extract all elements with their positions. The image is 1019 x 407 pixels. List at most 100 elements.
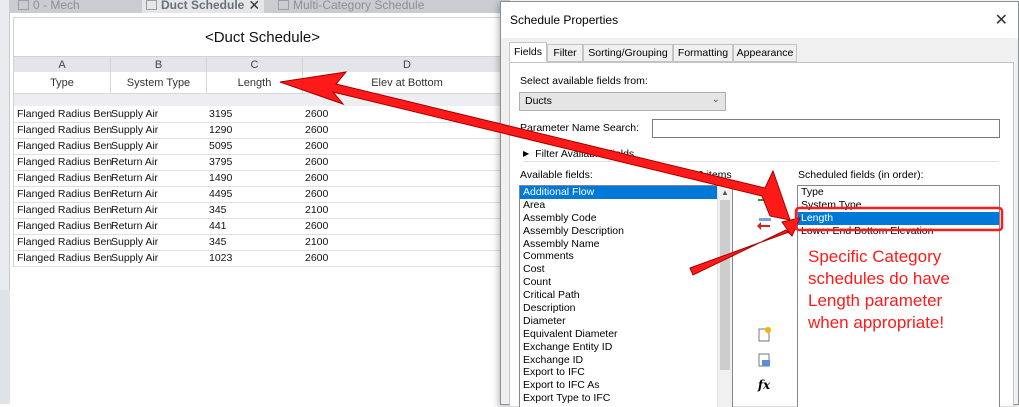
table-cell[interactable]: 2600 <box>305 140 328 152</box>
table-cell[interactable]: Return Air <box>111 188 158 200</box>
available-field-item[interactable]: Export to IFC <box>520 366 732 379</box>
available-field-item[interactable]: Count <box>520 276 732 289</box>
available-field-item[interactable]: Exchange ID <box>520 354 732 367</box>
tab-sorting-grouping[interactable]: Sorting/Grouping <box>583 44 673 62</box>
table-cell[interactable]: 2600 <box>305 108 328 120</box>
column-letter-c[interactable]: C <box>207 57 303 72</box>
table-row[interactable]: Flanged Radius Ben Return Air 441 2600 <box>14 219 511 235</box>
table-row[interactable]: Flanged Radius Ben Return Air 4495 2600 <box>14 187 511 203</box>
table-cell[interactable]: Supply Air <box>111 124 158 136</box>
table-cell[interactable]: 1290 <box>209 124 232 136</box>
table-cell[interactable]: Flanged Radius Ben <box>17 108 112 120</box>
available-field-item[interactable]: Export Type to IFC <box>520 392 732 405</box>
available-fields-list[interactable]: Additional Flow Area Assembly Code Assembly… <box>519 185 733 407</box>
table-cell[interactable]: 2600 <box>305 172 328 184</box>
scroll-thumb[interactable] <box>720 200 730 370</box>
add-parameter-new-button[interactable] <box>754 325 774 343</box>
table-cell[interactable]: Return Air <box>111 220 158 232</box>
available-field-item[interactable]: Diameter <box>520 315 732 328</box>
table-cell[interactable]: Return Air <box>111 156 158 168</box>
table-cell[interactable]: 1490 <box>209 172 232 184</box>
available-field-item[interactable]: Critical Path <box>520 289 732 302</box>
available-fields-scrollbar[interactable]: ▲ <box>717 186 732 407</box>
scroll-up-icon[interactable]: ▲ <box>721 188 729 197</box>
tab-appearance[interactable]: Appearance <box>733 44 797 62</box>
column-letter-d[interactable]: D <box>303 57 511 72</box>
table-cell[interactable]: Flanged Radius Ben <box>17 156 112 168</box>
tab-multi-category-schedule[interactable]: Multi-Category Schedule <box>278 0 424 13</box>
table-cell[interactable]: Return Air <box>111 204 158 216</box>
table-cell[interactable]: 3795 <box>209 156 232 168</box>
available-field-item[interactable]: Cost <box>520 263 732 276</box>
tab-0-mech[interactable]: 0 - Mech <box>18 0 80 13</box>
table-cell[interactable]: Supply Air <box>111 108 158 120</box>
close-tab-icon[interactable]: ✕ <box>248 0 260 13</box>
filter-available-fields-expander[interactable]: ▶ Filter Available Fields <box>523 146 999 162</box>
table-cell[interactable]: 2600 <box>305 188 328 200</box>
tab-formatting[interactable]: Formatting <box>673 44 733 62</box>
available-field-item[interactable]: Area <box>520 199 732 212</box>
tab-filter[interactable]: Filter <box>547 44 583 62</box>
available-field-item[interactable]: Additional Flow <box>520 186 732 199</box>
table-cell[interactable]: 345 <box>209 204 227 216</box>
column-letter-a[interactable]: A <box>14 57 111 72</box>
table-cell[interactable]: 2100 <box>305 204 328 216</box>
available-field-item[interactable]: Assembly Name <box>520 238 732 251</box>
available-field-item[interactable]: Equivalent Diameter <box>520 328 732 341</box>
tab-duct-schedule[interactable]: Duct Schedule ✕ <box>142 0 265 13</box>
available-field-item[interactable]: Assembly Code <box>520 212 732 225</box>
table-cell[interactable]: 441 <box>209 220 227 232</box>
column-header-elev-at-bottom[interactable]: Elev at Bottom <box>303 72 511 93</box>
table-cell[interactable]: 345 <box>209 236 227 248</box>
table-cell[interactable]: 5095 <box>209 140 232 152</box>
table-cell[interactable]: Flanged Radius Ben <box>17 172 112 184</box>
scheduled-field-item[interactable]: System Type <box>798 199 999 212</box>
edit-parameter-button[interactable] <box>754 351 774 369</box>
column-header-type[interactable]: Type <box>14 72 111 93</box>
table-cell[interactable]: Flanged Radius Ben <box>17 220 112 232</box>
available-field-item[interactable]: Assembly Description <box>520 225 732 238</box>
column-header-length[interactable]: Length <box>207 72 303 93</box>
table-cell[interactable]: Supply Air <box>111 236 158 248</box>
table-cell[interactable]: 4495 <box>209 188 232 200</box>
scheduled-field-item[interactable]: Lower End Bottom Elevation <box>798 225 999 238</box>
parameter-search-input[interactable] <box>652 119 1000 138</box>
category-dropdown[interactable]: Ducts ⌄ <box>519 92 726 111</box>
remove-parameter-button[interactable] <box>754 214 774 232</box>
available-field-item[interactable]: Exchange Entity ID <box>520 341 732 354</box>
table-cell[interactable]: 2600 <box>305 220 328 232</box>
table-row[interactable]: Flanged Radius Ben Return Air 3795 2600 <box>14 155 511 171</box>
table-cell[interactable]: Supply Air <box>111 252 158 264</box>
column-header-system-type[interactable]: System Type <box>111 72 207 93</box>
calculated-value-button[interactable]: fx <box>754 376 774 394</box>
table-row[interactable]: Flanged Radius Ben Supply Air 1023 2600 <box>14 251 511 267</box>
table-cell[interactable]: Flanged Radius Ben <box>17 252 112 264</box>
table-row[interactable]: Flanged Radius Ben Supply Air 345 2100 <box>14 235 511 251</box>
close-icon[interactable]: ✕ <box>995 10 1008 30</box>
scheduled-field-item[interactable]: Length <box>798 211 999 225</box>
table-cell[interactable]: Return Air <box>111 172 158 184</box>
table-row[interactable]: Flanged Radius Ben Supply Air 5095 2600 <box>14 139 511 155</box>
table-cell[interactable]: 2600 <box>305 124 328 136</box>
table-row[interactable]: Flanged Radius Ben Supply Air 1290 2600 <box>14 123 511 139</box>
table-row[interactable]: Flanged Radius Ben Supply Air 3195 2600 <box>14 107 511 123</box>
table-cell[interactable]: Flanged Radius Ben <box>17 236 112 248</box>
table-cell[interactable]: Flanged Radius Ben <box>17 140 112 152</box>
table-cell[interactable]: Flanged Radius Ben <box>17 188 112 200</box>
table-cell[interactable]: Flanged Radius Ben <box>17 124 112 136</box>
table-cell[interactable]: 2600 <box>305 252 328 264</box>
table-cell[interactable]: 2600 <box>305 156 328 168</box>
tab-fields[interactable]: Fields <box>509 42 547 62</box>
add-parameter-button[interactable] <box>754 188 774 206</box>
table-row[interactable]: Flanged Radius Ben Return Air 1490 2600 <box>14 171 511 187</box>
available-field-item[interactable]: Export to IFC As <box>520 379 732 392</box>
available-field-item[interactable]: Description <box>520 302 732 315</box>
table-cell[interactable]: 3195 <box>209 108 232 120</box>
available-field-item[interactable]: Comments <box>520 250 732 263</box>
column-letter-b[interactable]: B <box>111 57 207 72</box>
scheduled-field-item[interactable]: Type <box>798 186 999 199</box>
table-cell[interactable]: 1023 <box>209 252 232 264</box>
table-cell[interactable]: 2100 <box>305 236 328 248</box>
table-row[interactable]: Flanged Radius Ben Return Air 345 2100 <box>14 203 511 219</box>
table-cell[interactable]: Flanged Radius Ben <box>17 204 112 216</box>
